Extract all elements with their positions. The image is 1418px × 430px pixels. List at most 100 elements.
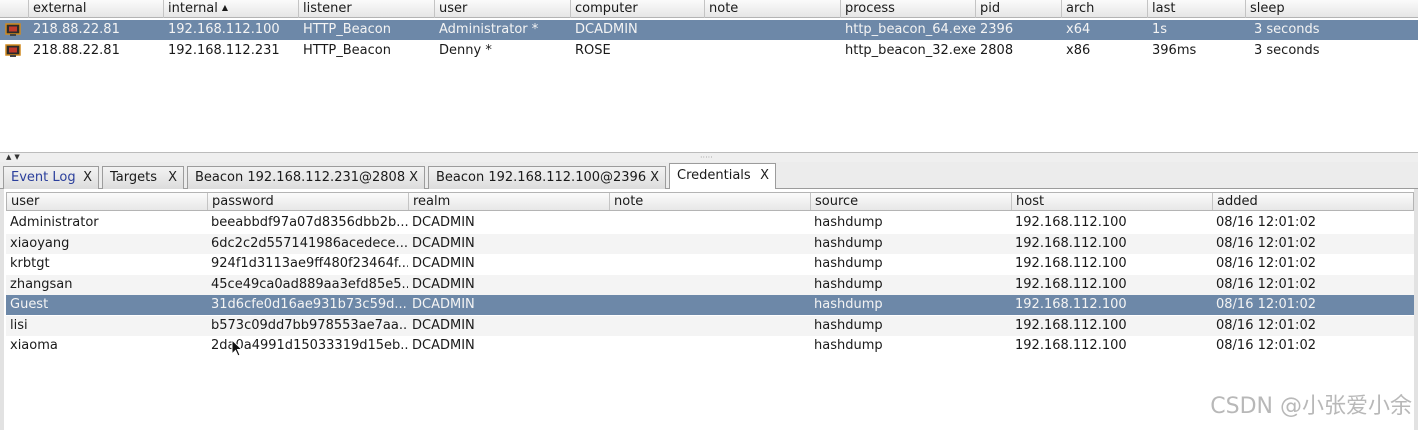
col-listener[interactable]: listener <box>299 0 435 18</box>
cell-source: hashdump <box>814 317 883 333</box>
cell-user: Guest <box>10 297 49 312</box>
icon-column-header[interactable] <box>0 0 29 18</box>
cell-realm: DCADMIN <box>412 317 475 333</box>
cell-computer: ROSE <box>575 43 611 58</box>
credential-row[interactable]: lisi b573c09dd7bb978553ae7aa... DCADMIN has… <box>6 315 1414 336</box>
cell-sleep: 3 seconds <box>1254 43 1320 58</box>
cell-host: 192.168.112.100 <box>1015 235 1127 251</box>
col-computer[interactable]: computer <box>571 0 705 18</box>
cell-note <box>609 275 810 295</box>
credentials-table-header: user password realm note source host add… <box>6 192 1414 211</box>
cell-external: 218.88.22.81 <box>33 43 120 58</box>
cell-added: 08/16 12:01:02 <box>1216 297 1316 312</box>
cell-host: 192.168.112.100 <box>1015 276 1127 292</box>
tab-beacon-100[interactable]: Beacon 192.168.112.100@2396 X <box>428 166 666 189</box>
cell-note <box>609 213 810 233</box>
cell-added: 08/16 12:01:02 <box>1216 338 1316 353</box>
credential-row[interactable]: xiaoyang 6dc2c2d557141986acedece... DCADMI… <box>6 233 1414 254</box>
tab-event-log[interactable]: Event Log X <box>3 166 99 189</box>
cell-internal: 192.168.112.231 <box>168 43 280 58</box>
col-note[interactable]: note <box>705 0 841 18</box>
cell-password: beeabbdf97a07d8356dbb2b... <box>211 215 408 230</box>
cell-source: hashdump <box>814 215 883 230</box>
cell-source: hashdump <box>814 276 883 292</box>
beacon-row[interactable]: 218.88.22.81 192.168.112.100 HTTP_Beacon… <box>0 20 1418 40</box>
cell-source: hashdump <box>814 235 883 251</box>
cell-process: http_beacon_32.exe <box>845 43 976 58</box>
cell-note <box>609 254 810 274</box>
col-user[interactable]: user <box>7 193 208 210</box>
tab-label: Event Log <box>11 170 76 185</box>
col-arch[interactable]: arch <box>1062 0 1148 18</box>
credential-row[interactable]: krbtgt 924f1d3113ae9ff480f23464f... DCADMI… <box>6 254 1414 274</box>
cell-host: 192.168.112.100 <box>1015 317 1127 333</box>
cell-password: 924f1d3113ae9ff480f23464f... <box>211 256 408 271</box>
cell-added: 08/16 12:01:02 <box>1216 256 1316 271</box>
credential-row[interactable]: Guest 31d6cfe0d16ae931b73c59d... DCADMIN ha… <box>6 295 1414 315</box>
col-note[interactable]: note <box>610 193 811 210</box>
tab-credentials[interactable]: Credentials X <box>669 163 776 190</box>
tab-targets[interactable]: Targets X <box>102 166 184 189</box>
collapse-arrows-icon[interactable]: ▲▼ <box>6 153 23 162</box>
tab-beacon-231[interactable]: Beacon 192.168.112.231@2808 X <box>187 166 425 189</box>
cell-note <box>705 41 841 61</box>
cell-user: Denny * <box>439 43 492 58</box>
cell-source: hashdump <box>814 338 883 353</box>
cell-pid: 2808 <box>980 43 1014 58</box>
col-added[interactable]: added <box>1213 193 1413 210</box>
cell-added: 08/16 12:01:02 <box>1216 235 1316 251</box>
col-host[interactable]: host <box>1012 193 1213 210</box>
cell-host: 192.168.112.100 <box>1015 297 1127 312</box>
cell-host: 192.168.112.100 <box>1015 215 1127 230</box>
cell-realm: DCADMIN <box>412 338 475 353</box>
col-source[interactable]: source <box>811 193 1012 210</box>
col-internal-label: internal <box>168 1 218 16</box>
cell-note <box>705 20 841 40</box>
cell-internal: 192.168.112.100 <box>168 22 280 37</box>
tab-label: Beacon 192.168.112.100@2396 <box>436 170 647 185</box>
cell-user: lisi <box>10 317 28 333</box>
tab-label: Beacon 192.168.112.231@2808 <box>195 170 406 185</box>
beacon-table-header: external internal ▲ listener user compute… <box>0 0 1418 18</box>
cell-listener: HTTP_Beacon <box>303 22 391 37</box>
tab-label: Targets <box>110 170 157 185</box>
pane-splitter[interactable]: ▲▼ ····· <box>0 153 1418 162</box>
col-last[interactable]: last <box>1148 0 1246 18</box>
cell-note <box>609 316 810 336</box>
close-tab-icon[interactable]: X <box>83 167 92 188</box>
col-external[interactable]: external <box>29 0 164 18</box>
cell-user: Administrator * <box>439 22 539 37</box>
col-internal[interactable]: internal ▲ <box>164 0 299 18</box>
splitter-grip-icon[interactable]: ····· <box>700 154 713 162</box>
cell-password: 45ce49ca0ad889aa3efd85e5... <box>211 276 408 292</box>
beacon-row[interactable]: 218.88.22.81 192.168.112.231 HTTP_Beacon… <box>0 41 1418 61</box>
cell-source: hashdump <box>814 297 883 312</box>
close-tab-icon[interactable]: X <box>760 164 769 188</box>
cell-source: hashdump <box>814 256 883 271</box>
col-realm[interactable]: realm <box>409 193 610 210</box>
cell-password: 6dc2c2d557141986acedece... <box>211 235 408 251</box>
cell-added: 08/16 12:01:02 <box>1216 215 1316 230</box>
close-tab-icon[interactable]: X <box>650 167 659 188</box>
cell-realm: DCADMIN <box>412 215 475 230</box>
col-password[interactable]: password <box>208 193 409 210</box>
col-user[interactable]: user <box>435 0 571 18</box>
tab-label: Credentials <box>677 168 751 183</box>
close-tab-icon[interactable]: X <box>409 167 418 188</box>
credential-row[interactable]: xiaoma 2da0a4991d15033319d15eb... DCADMIN h… <box>6 336 1414 356</box>
cell-pid: 2396 <box>980 22 1014 37</box>
cell-user: Administrator <box>10 215 99 230</box>
cell-user: zhangsan <box>10 276 73 292</box>
cell-user: krbtgt <box>10 256 50 271</box>
credential-row[interactable]: zhangsan 45ce49ca0ad889aa3efd85e5... DCADM… <box>6 274 1414 295</box>
col-pid[interactable]: pid <box>976 0 1062 18</box>
beacon-table: external internal ▲ listener user compute… <box>0 0 1418 153</box>
col-process[interactable]: process <box>841 0 976 18</box>
mouse-pointer-icon <box>231 339 243 357</box>
cell-realm: DCADMIN <box>412 297 475 312</box>
close-tab-icon[interactable]: X <box>168 167 177 188</box>
cell-realm: DCADMIN <box>412 235 475 251</box>
sort-ascending-icon: ▲ <box>221 3 229 12</box>
credential-row[interactable]: Administrator beeabbdf97a07d8356dbb2b... D… <box>6 213 1414 233</box>
col-sleep[interactable]: sleep <box>1246 0 1418 18</box>
